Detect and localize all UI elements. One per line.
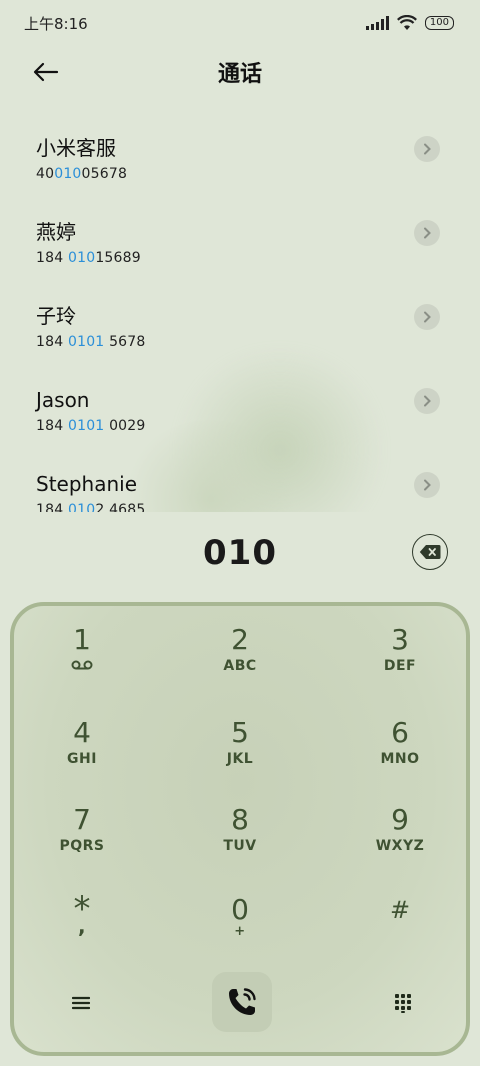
dialpad-icon xyxy=(395,994,411,1013)
status-icons: 100 xyxy=(365,15,454,31)
backspace-button[interactable] xyxy=(412,534,448,570)
chevron-right-icon xyxy=(424,143,431,155)
contact-number: 4001005678 xyxy=(36,166,128,182)
chevron-right-icon xyxy=(424,311,431,323)
battery-icon: 100 xyxy=(424,16,454,30)
dialed-number: 010 xyxy=(203,533,277,573)
header: 通话 xyxy=(0,46,480,98)
chevron-right-icon xyxy=(424,479,431,491)
key-0[interactable]: 0 + xyxy=(180,894,300,964)
voicemail-icon xyxy=(71,660,93,670)
key-4[interactable]: 4 GHI xyxy=(22,717,142,787)
contact-item[interactable]: Jason 184 0101 0029 xyxy=(0,372,480,456)
key-7[interactable]: 7 PQRS xyxy=(22,804,142,874)
menu-button[interactable] xyxy=(61,986,101,1020)
key-hash[interactable]: # xyxy=(340,894,460,964)
contact-number: 184 0101 5678 xyxy=(36,334,146,350)
contact-name: Stephanie xyxy=(36,472,138,496)
contact-name: 小米客服 xyxy=(36,136,116,160)
key-8[interactable]: 8 TUV xyxy=(180,804,300,874)
contact-item[interactable]: 子玲 184 0101 5678 xyxy=(0,288,480,372)
contact-name: 子玲 xyxy=(36,304,76,328)
contact-detail-button[interactable] xyxy=(414,136,440,162)
key-3[interactable]: 3 DEF xyxy=(340,624,460,694)
key-star[interactable]: * , xyxy=(22,892,142,964)
dialpad-toggle-button[interactable] xyxy=(383,986,423,1020)
chevron-right-icon xyxy=(424,395,431,407)
dial-display: 010 xyxy=(0,520,480,586)
menu-icon xyxy=(72,996,90,1010)
key-9[interactable]: 9 WXYZ xyxy=(340,804,460,874)
contact-list[interactable]: 小米客服 4001005678 燕婷 184 01015689 子玲 184 0… xyxy=(0,120,480,512)
contact-detail-button[interactable] xyxy=(414,388,440,414)
key-5[interactable]: 5 JKL xyxy=(180,717,300,787)
key-1[interactable]: 1 xyxy=(22,624,142,694)
key-2[interactable]: 2 ABC xyxy=(180,624,300,694)
phone-icon xyxy=(229,988,256,1015)
contact-number: 184 01015689 xyxy=(36,250,141,266)
signal-icon xyxy=(365,16,389,30)
contact-detail-button[interactable] xyxy=(414,472,440,498)
contact-detail-button[interactable] xyxy=(414,304,440,330)
call-button[interactable] xyxy=(212,972,272,1032)
wifi-icon xyxy=(396,15,417,30)
page-title: 通话 xyxy=(217,62,262,87)
contact-item[interactable]: 燕婷 184 01015689 xyxy=(0,204,480,288)
contact-detail-button[interactable] xyxy=(414,220,440,246)
back-button[interactable] xyxy=(30,58,62,86)
contact-number: 184 0102 4685 xyxy=(36,502,146,512)
status-time: 上午8:16 xyxy=(24,14,88,33)
chevron-right-icon xyxy=(424,227,431,239)
contact-name: Jason xyxy=(36,388,90,412)
contact-name: 燕婷 xyxy=(36,220,76,244)
contact-item[interactable]: Stephanie 184 0102 4685 xyxy=(0,456,480,512)
backspace-icon xyxy=(419,545,441,559)
key-6[interactable]: 6 MNO xyxy=(340,717,460,787)
contact-item[interactable]: 小米客服 4001005678 xyxy=(0,120,480,204)
status-bar: 上午8:16 100 xyxy=(0,0,480,46)
contact-number: 184 0101 0029 xyxy=(36,418,146,434)
keypad: 1 2 ABC 3 DEF 4 GHI 5 JKL 6 MNO 7 PQRS 8… xyxy=(10,602,470,1056)
arrow-left-icon xyxy=(33,62,59,82)
